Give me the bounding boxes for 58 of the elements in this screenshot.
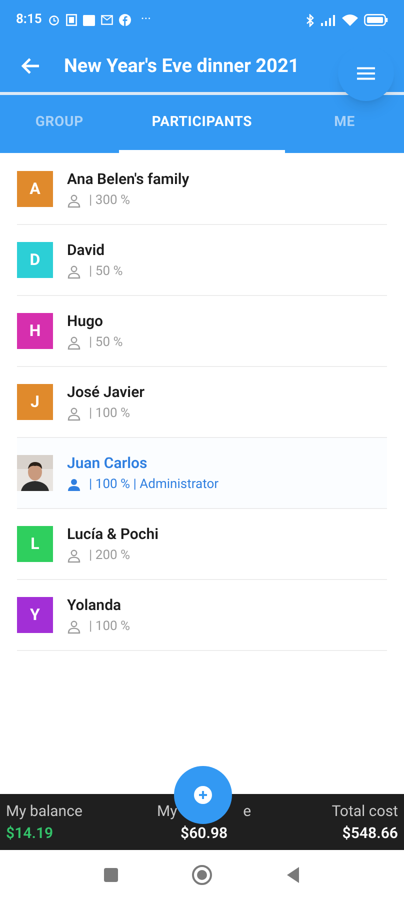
balance-label: My balance [6, 800, 82, 822]
share-label-part: My [156, 800, 178, 822]
person-icon [67, 548, 81, 563]
mail-icon [100, 15, 113, 25]
participant-details: | 300 % [89, 192, 130, 210]
participant-row[interactable]: L Lucía & Pochi | 200 % [17, 509, 387, 580]
participant-row[interactable]: Y Yolanda | 100 % [17, 580, 387, 651]
avatar: D [17, 242, 53, 278]
avatar: J [17, 384, 53, 420]
participant-name: David [67, 240, 106, 260]
triangle-icon [287, 867, 299, 883]
avatar: Y [17, 597, 53, 633]
total-value: $548.66 [342, 823, 398, 844]
participant-details: | 100 % [89, 405, 130, 423]
home-button[interactable] [192, 865, 212, 885]
participant-details: | 200 % [89, 547, 130, 565]
screen-title: New Year's Eve dinner 2021 [64, 52, 300, 79]
person-icon [67, 478, 81, 492]
share-label-part: e [243, 800, 252, 822]
menu-icon [357, 66, 375, 80]
participant-row[interactable]: Juan Carlos | 100 % | Administrator [17, 438, 387, 509]
alarm-icon [48, 14, 60, 26]
participant-name: Yolanda [67, 594, 122, 616]
total-label: Total cost [332, 800, 398, 822]
notification-icon [66, 14, 77, 26]
share-value: $60.98 [180, 823, 228, 844]
participant-details: | 100 % [89, 618, 130, 636]
signal-icon [320, 14, 336, 26]
facebook-icon [118, 14, 131, 26]
person-icon [67, 406, 81, 421]
balance-value: $14.19 [6, 823, 54, 844]
avatar: H [17, 313, 53, 349]
person-icon [67, 336, 81, 350]
person-icon [67, 264, 81, 279]
add-icon [194, 786, 212, 804]
avatar: L [17, 526, 53, 562]
participant-details: | 100 % | Administrator [89, 476, 219, 494]
participant-details: | 50 % [89, 263, 123, 281]
notification-icon [82, 14, 95, 26]
participant-name: Juan Carlos [67, 452, 148, 474]
back-arrow-icon [20, 57, 40, 75]
participant-row[interactable]: H Hugo | 50 % [17, 296, 387, 367]
wifi-icon [342, 14, 358, 26]
participant-name: Lucía & Pochi [67, 524, 158, 544]
more-notifications: ··· [140, 11, 152, 30]
person-icon [67, 194, 81, 208]
participant-name: Hugo [67, 310, 104, 332]
battery-icon [364, 14, 388, 26]
participant-row[interactable]: A Ana Belen's family | 300 % [17, 154, 387, 225]
person-icon [67, 620, 81, 634]
status-time: 8:15 [16, 11, 42, 30]
nav-back-button[interactable] [286, 867, 300, 883]
participant-name: Ana Belen's family [67, 168, 190, 190]
participant-details: | 50 % [89, 334, 123, 352]
participant-name: José Javier [67, 382, 145, 402]
participant-row[interactable]: D David | 50 % [17, 225, 387, 296]
bluetooth-icon [306, 14, 314, 26]
avatar: A [17, 171, 53, 207]
